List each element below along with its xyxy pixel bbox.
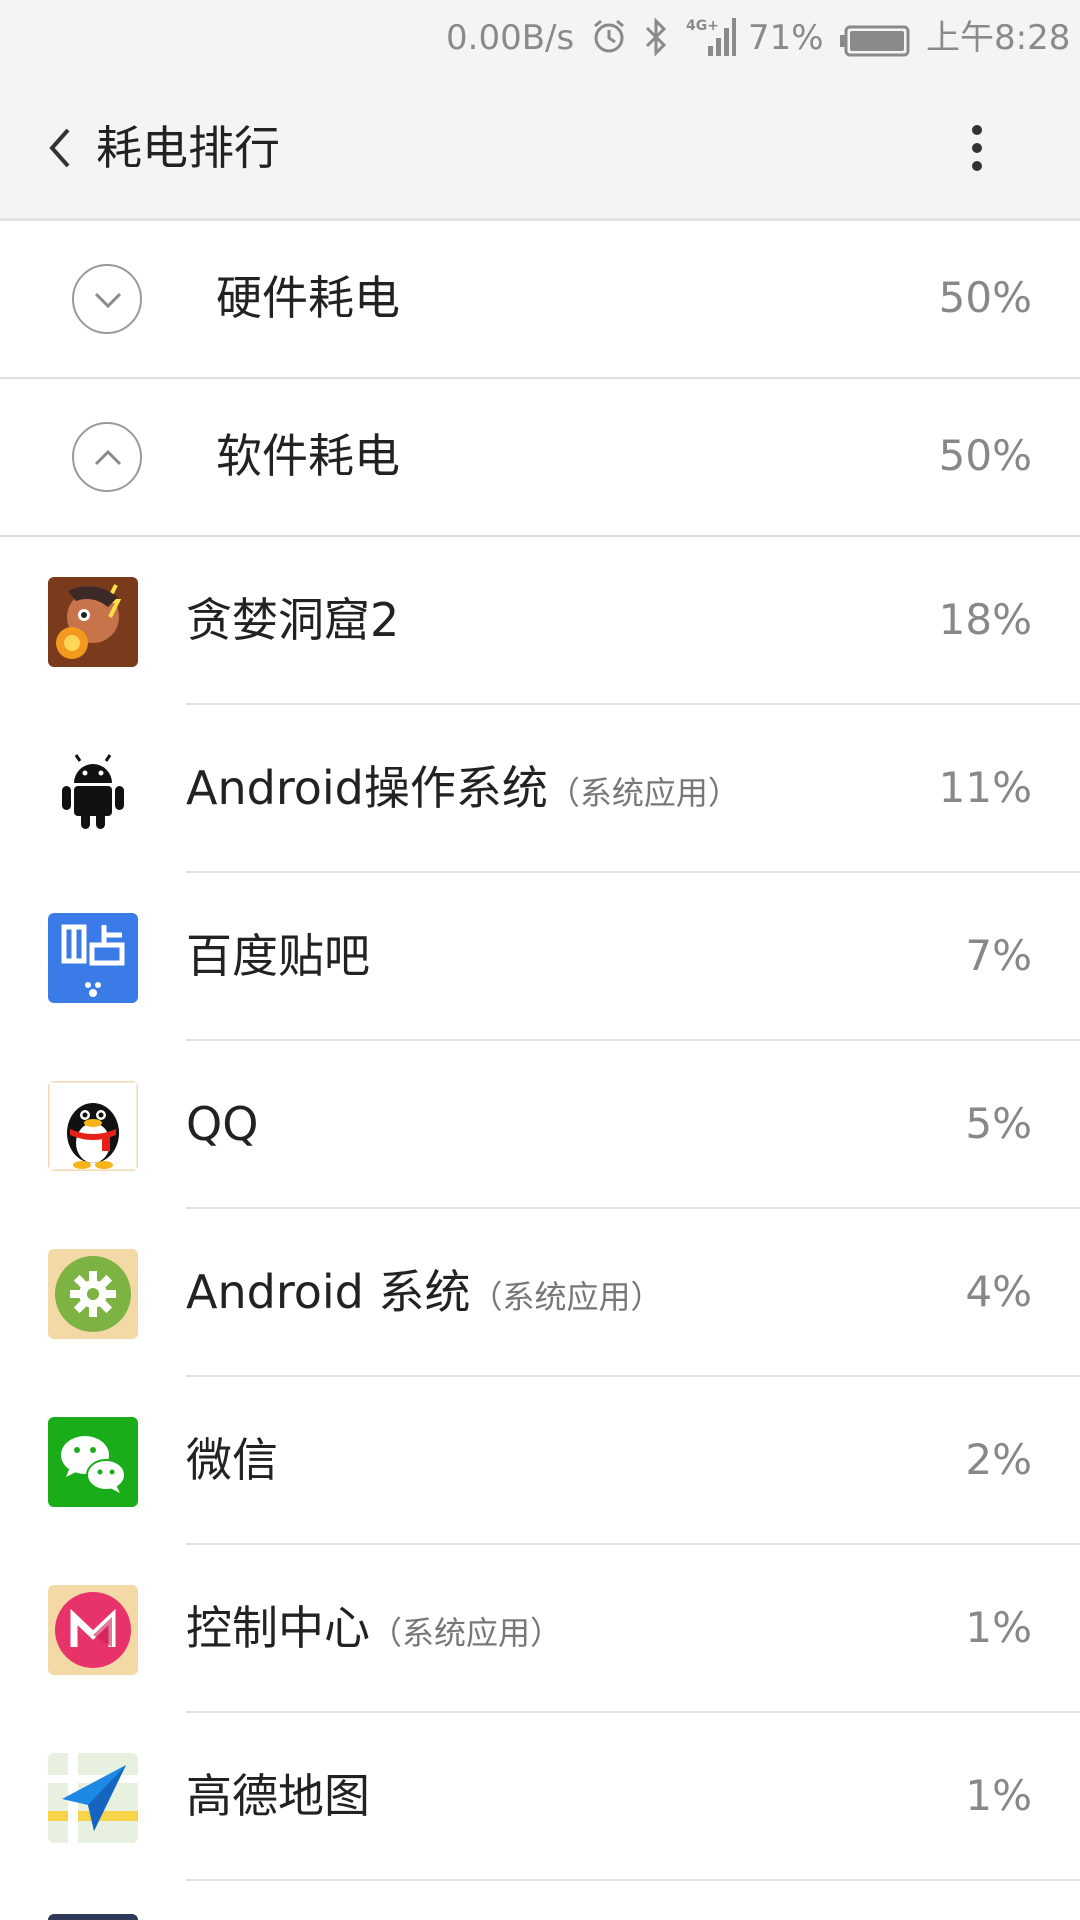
app-percent: 5%	[965, 1099, 1032, 1148]
status-bar: 0.00B/s 4G+ 71% 上午8:28	[0, 0, 1080, 78]
amap-icon	[48, 1753, 138, 1843]
page-title: 耗电排行	[96, 121, 280, 175]
list-item[interactable]: 微信 2%	[0, 1377, 1080, 1545]
app-percent: 18%	[938, 595, 1032, 644]
battery-percent: 71%	[748, 18, 824, 58]
list-item[interactable]: Android 系统（系统应用） 4%	[0, 1209, 1080, 1377]
gear-icon	[48, 1249, 138, 1339]
app-percent: 1%	[965, 1771, 1032, 1820]
app-name: 百度贴吧	[186, 929, 370, 983]
net-speed: 0.00B/s	[446, 18, 575, 58]
clock: 上午8:28	[926, 18, 1071, 58]
tieba-icon	[48, 913, 138, 1003]
chevron-up-icon[interactable]	[72, 422, 142, 492]
greedy-cave-icon	[48, 577, 138, 667]
android-robot-icon	[48, 745, 138, 835]
qq-penguin-icon	[48, 1081, 138, 1171]
app-percent: 1%	[965, 1603, 1032, 1652]
divider	[186, 1879, 1080, 1881]
app-bar: 耗电排行	[0, 78, 1080, 221]
next-app-icon-partial	[48, 1914, 138, 1920]
app-percent: 7%	[965, 931, 1032, 980]
app-name: 控制中心	[186, 1601, 370, 1655]
app-name: Android操作系统	[186, 761, 548, 815]
section-label: 硬件耗电	[216, 271, 400, 325]
wechat-icon	[48, 1417, 138, 1507]
app-name: 贪婪洞窟2	[186, 593, 400, 647]
app-tag: （系统应用）	[470, 1278, 663, 1316]
list-item[interactable]: QQ 5%	[0, 1041, 1080, 1209]
network-type: 4G+	[686, 18, 719, 34]
control-center-icon	[48, 1585, 138, 1675]
app-percent: 2%	[965, 1435, 1032, 1484]
section-software[interactable]: 软件耗电 50%	[0, 379, 1080, 537]
list-item[interactable]: 百度贴吧 7%	[0, 873, 1080, 1041]
bluetooth-icon	[644, 17, 668, 69]
list-item[interactable]: 高德地图 1%	[0, 1713, 1080, 1881]
list-item[interactable]: 控制中心（系统应用） 1%	[0, 1545, 1080, 1713]
app-percent: 4%	[965, 1267, 1032, 1316]
section-percent: 50%	[938, 273, 1032, 322]
app-percent: 11%	[938, 763, 1032, 812]
app-name: 高德地图	[186, 1769, 370, 1823]
app-name: QQ	[186, 1097, 259, 1151]
back-arrow-icon[interactable]	[40, 118, 86, 178]
chevron-down-icon[interactable]	[72, 264, 142, 334]
battery-icon	[840, 22, 910, 70]
list-item[interactable]: 贪婪洞窟2 18%	[0, 537, 1080, 705]
section-percent: 50%	[938, 431, 1032, 480]
app-name: Android 系统	[186, 1265, 471, 1319]
app-tag: （系统应用）	[547, 774, 740, 812]
app-name: 微信	[186, 1433, 278, 1487]
app-tag: （系统应用）	[370, 1614, 563, 1652]
alarm-icon	[592, 18, 626, 67]
section-hardware[interactable]: 硬件耗电 50%	[0, 221, 1080, 379]
list-item[interactable]: Android操作系统（系统应用） 11%	[0, 705, 1080, 873]
section-label: 软件耗电	[216, 429, 400, 483]
signal-icon: 4G+	[686, 16, 736, 71]
more-vert-icon[interactable]	[954, 116, 1000, 180]
